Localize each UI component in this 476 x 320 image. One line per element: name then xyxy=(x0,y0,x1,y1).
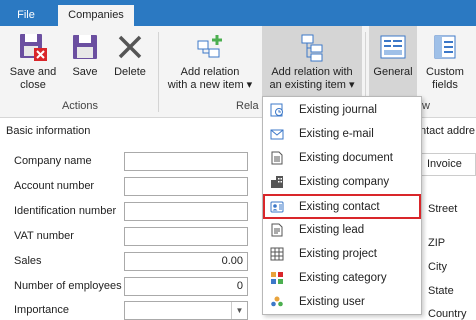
menu-item-label: Existing lead xyxy=(299,224,365,236)
add-relation-existing-button[interactable]: Add relation with an existing item ▾ xyxy=(262,32,362,92)
general-label: General xyxy=(373,66,413,78)
menu-item-label: Existing company xyxy=(299,176,390,188)
save-and-close-label: Save and close xyxy=(9,66,57,91)
country-label: Country xyxy=(428,308,467,320)
menu-item-label: Existing document xyxy=(299,152,393,164)
ribbon-separator xyxy=(158,32,159,112)
menu-item-label: Existing category xyxy=(299,272,387,284)
sales-input[interactable]: 0.00 xyxy=(124,252,248,271)
save-button[interactable]: Save xyxy=(66,32,104,79)
company-name-input[interactable] xyxy=(124,152,248,171)
company-icon xyxy=(271,176,283,188)
relation-link-icon xyxy=(301,34,323,62)
email-icon xyxy=(270,129,284,140)
custom-fields-icon xyxy=(434,35,456,59)
identification-number-input[interactable] xyxy=(124,202,248,221)
employees-input[interactable]: 0 xyxy=(124,277,248,296)
menu-item-existing-user[interactable]: Existing user xyxy=(265,291,419,314)
menu-item-label: Existing contact xyxy=(299,201,380,213)
tab-invoice[interactable]: Invoice xyxy=(416,153,476,175)
state-label: State xyxy=(428,285,454,297)
menu-item-label: Existing e-mail xyxy=(299,128,374,140)
menu-item-label: Existing project xyxy=(299,248,377,260)
menu-item-existing-journal[interactable]: Existing journal xyxy=(265,99,419,122)
group-label-actions: Actions xyxy=(61,100,99,112)
delete-button[interactable]: Delete xyxy=(108,32,152,79)
general-view-button[interactable]: General xyxy=(369,32,417,79)
field-label: Company name xyxy=(14,155,92,167)
add-relation-existing-label: Add relation with an existing item ▾ xyxy=(269,66,355,91)
menu-item-existing-project[interactable]: Existing project xyxy=(265,243,419,266)
field-label: Sales xyxy=(14,255,42,267)
menu-item-label: Existing user xyxy=(299,296,365,308)
add-relation-new-label: Add relation with a new item ▾ xyxy=(167,66,253,91)
group-label-relations: Rela xyxy=(236,100,259,112)
add-relation-existing-menu: Existing journal Existing e-mail Existin… xyxy=(262,96,422,315)
document-icon xyxy=(271,151,283,165)
importance-select[interactable]: ▼ xyxy=(124,301,248,320)
contact-icon xyxy=(270,201,284,213)
save-icon xyxy=(73,35,97,59)
delete-label: Delete xyxy=(114,66,146,78)
menu-item-label: Existing journal xyxy=(299,104,377,116)
contact-address-header: ntact addre xyxy=(420,125,476,137)
section-title: Basic information xyxy=(6,125,91,137)
tab-companies[interactable]: Companies xyxy=(58,5,134,26)
custom-fields-button[interactable]: Custom fields xyxy=(420,32,470,92)
save-label: Save xyxy=(72,66,98,78)
delete-icon xyxy=(118,35,142,59)
ribbon-tab-bar: File Companies xyxy=(0,0,476,26)
zip-label: ZIP xyxy=(428,237,446,249)
street-label: Street xyxy=(428,203,458,215)
city-label: City xyxy=(428,261,447,273)
menu-item-existing-contact[interactable]: Existing contact xyxy=(263,194,421,219)
field-label: Account number xyxy=(14,180,95,192)
field-label: Identification number xyxy=(14,205,117,217)
lead-icon xyxy=(271,223,283,237)
category-icon xyxy=(271,272,283,284)
user-icon xyxy=(271,296,283,307)
relation-add-icon xyxy=(197,35,222,58)
account-number-input[interactable] xyxy=(124,177,248,196)
group-label-view: w xyxy=(422,100,430,112)
menu-item-existing-company[interactable]: Existing company xyxy=(265,171,419,194)
project-icon xyxy=(270,247,284,261)
journal-icon xyxy=(270,103,283,117)
save-and-close-button[interactable]: Save and close xyxy=(4,32,62,92)
add-relation-new-button[interactable]: Add relation with a new item ▾ xyxy=(163,32,257,92)
tab-file[interactable]: File xyxy=(6,5,46,26)
form-view-icon xyxy=(380,35,406,59)
menu-item-existing-category[interactable]: Existing category xyxy=(265,267,419,290)
menu-item-existing-lead[interactable]: Existing lead xyxy=(265,219,419,242)
field-label: Number of employees xyxy=(14,280,122,292)
save-close-icon xyxy=(20,34,47,61)
field-label: VAT number xyxy=(14,230,74,242)
vat-number-input[interactable] xyxy=(124,227,248,246)
menu-item-existing-document[interactable]: Existing document xyxy=(265,147,419,170)
custom-fields-label: Custom fields xyxy=(426,66,464,91)
menu-item-existing-email[interactable]: Existing e-mail xyxy=(265,123,419,146)
chevron-down-icon[interactable]: ▼ xyxy=(231,302,247,319)
field-label: Importance xyxy=(14,304,70,316)
